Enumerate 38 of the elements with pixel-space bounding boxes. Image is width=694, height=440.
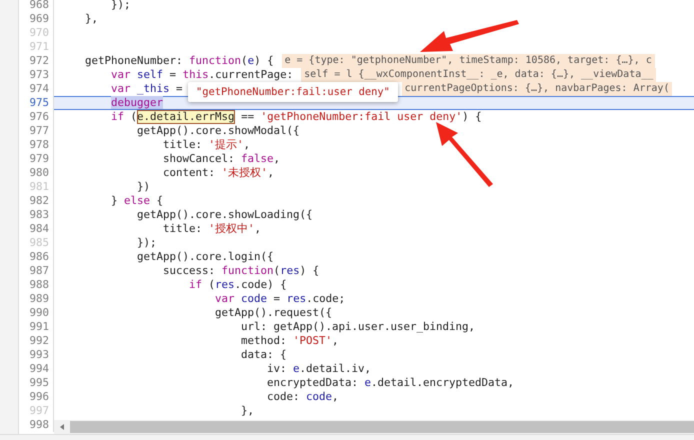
code-text: getApp().core.login({	[137, 250, 274, 264]
code-text: debugger	[111, 96, 164, 110]
hovered-expression[interactable]: e.detail.errMsg	[137, 110, 235, 124]
arrow-drawing	[436, 122, 493, 187]
inline-value: self = l {__wxComponentInst__: _e, data: {…}, __viewData__	[301, 68, 656, 82]
code-text: title: '授权中',	[163, 222, 262, 236]
code-text: title: '提示',	[163, 138, 250, 152]
code-text: if (res.code) {	[189, 278, 287, 292]
code-text: method: 'POST',	[241, 334, 339, 348]
code-text: });	[111, 0, 131, 12]
code-text: var _this =	[111, 82, 183, 96]
scrollbar-thumb[interactable]	[70, 421, 694, 433]
line-number: 975	[19, 96, 54, 110]
value-tooltip: "getPhoneNumber:fail:user deny"	[188, 82, 398, 102]
code-text: url: getApp().api.user.user_binding,	[241, 320, 476, 334]
code-text: if (	[111, 110, 138, 124]
code-text: data: {	[241, 348, 287, 362]
inline-value: currentPageOptions: {…}, navbarPages: Array(	[402, 82, 672, 96]
code-text: getPhoneNumber: function(e) {	[85, 54, 274, 68]
code-text: });	[137, 236, 157, 250]
horizontal-scrollbar[interactable]	[54, 420, 694, 434]
code-text: })	[137, 180, 150, 194]
inline-value: e = {type: "getphoneNumber", timeStamp: 10586, target: {…}, c	[282, 54, 655, 68]
code-text: showCancel: false,	[163, 152, 280, 166]
code-text: content: '未授权',	[163, 166, 274, 180]
code-text: code: code,	[267, 390, 339, 404]
code-text: getApp().core.showLoading({	[137, 208, 313, 222]
code-text: getApp().core.showModal({	[137, 124, 300, 138]
code-text: },	[85, 12, 98, 26]
code-text: success: function(res) {	[163, 264, 320, 278]
code-text: },	[241, 404, 254, 418]
code-text: encryptedData: e.detail.encryptedData,	[267, 376, 514, 390]
code-text: } else {	[111, 194, 164, 208]
code-text: iv: e.detail.iv,	[267, 362, 372, 376]
code-text: getApp().request({	[215, 306, 332, 320]
code-text: == 'getPhoneNumber:fail user deny') {	[240, 110, 482, 124]
code-text: var self = this.currentPage:	[111, 68, 294, 82]
code-text: var code = res.code;	[215, 292, 346, 306]
